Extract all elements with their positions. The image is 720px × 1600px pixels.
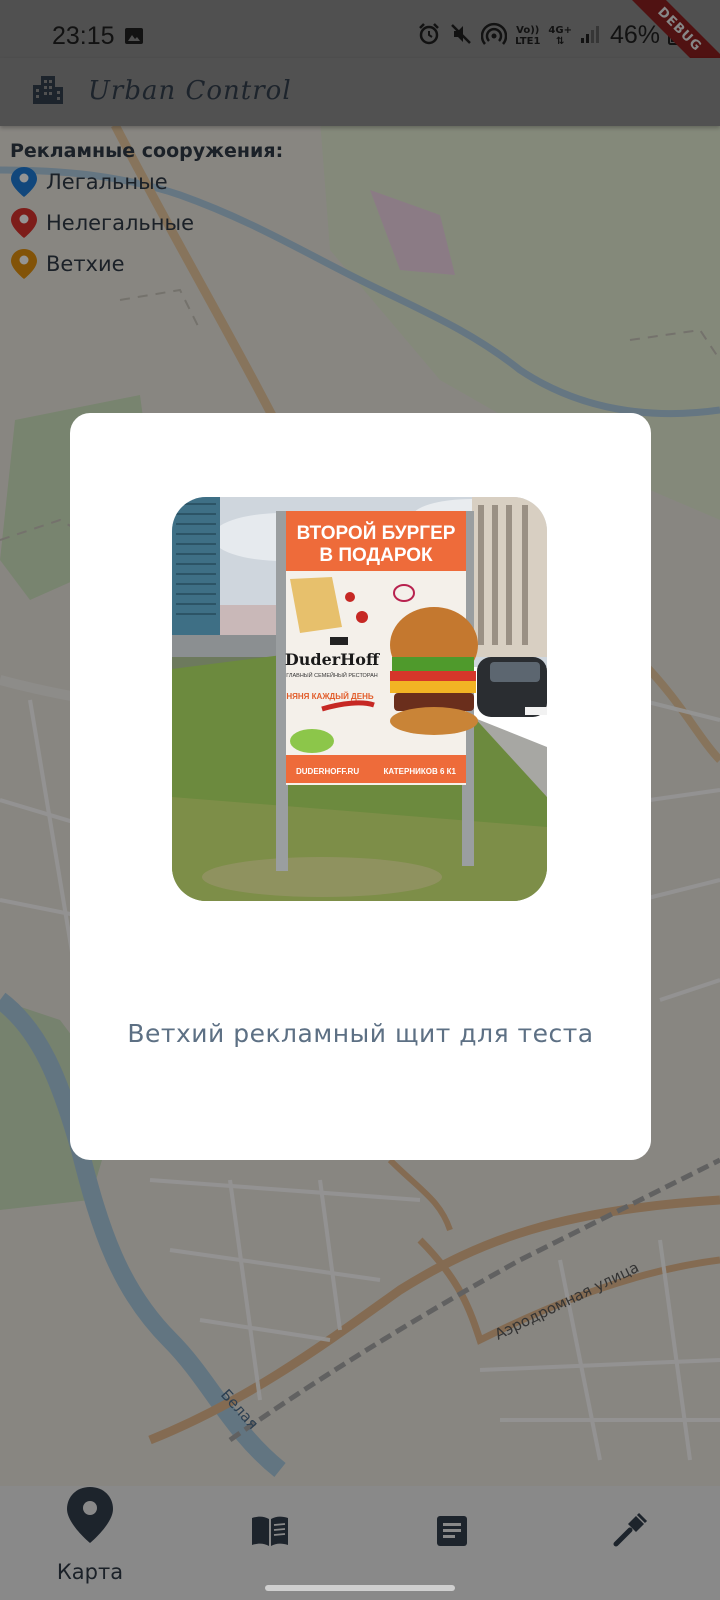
billboard-detail-dialog: ВТОРОЙ БУРГЕР В ПОДАРОК DuderHoff ГЛАВНЫ… (70, 413, 651, 1160)
gesture-navigation-bar[interactable] (265, 1585, 455, 1591)
billboard-photo: ВТОРОЙ БУРГЕР В ПОДАРОК DuderHoff ГЛАВНЫ… (172, 497, 547, 901)
ad-site: DUDERHOFF.RU (296, 767, 359, 776)
ad-daily: НЯНЯ КАЖДЫЙ ДЕНЬ (286, 692, 373, 701)
billboard-photo-image: ВТОРОЙ БУРГЕР В ПОДАРОК DuderHoff ГЛАВНЫ… (172, 497, 547, 901)
ad-headline-1: ВТОРОЙ БУРГЕР (297, 522, 456, 544)
ad-headline-2: В ПОДАРОК (319, 545, 433, 566)
ad-address: КАТЕРНИКОВ 6 К1 (384, 767, 457, 776)
ad-tagline: ГЛАВНЫЙ СЕМЕЙНЫЙ РЕСТОРАН (286, 671, 378, 679)
ad-brand: DuderHoff (285, 650, 380, 669)
billboard-caption: Ветхий рекламный щит для теста (127, 1019, 594, 1048)
